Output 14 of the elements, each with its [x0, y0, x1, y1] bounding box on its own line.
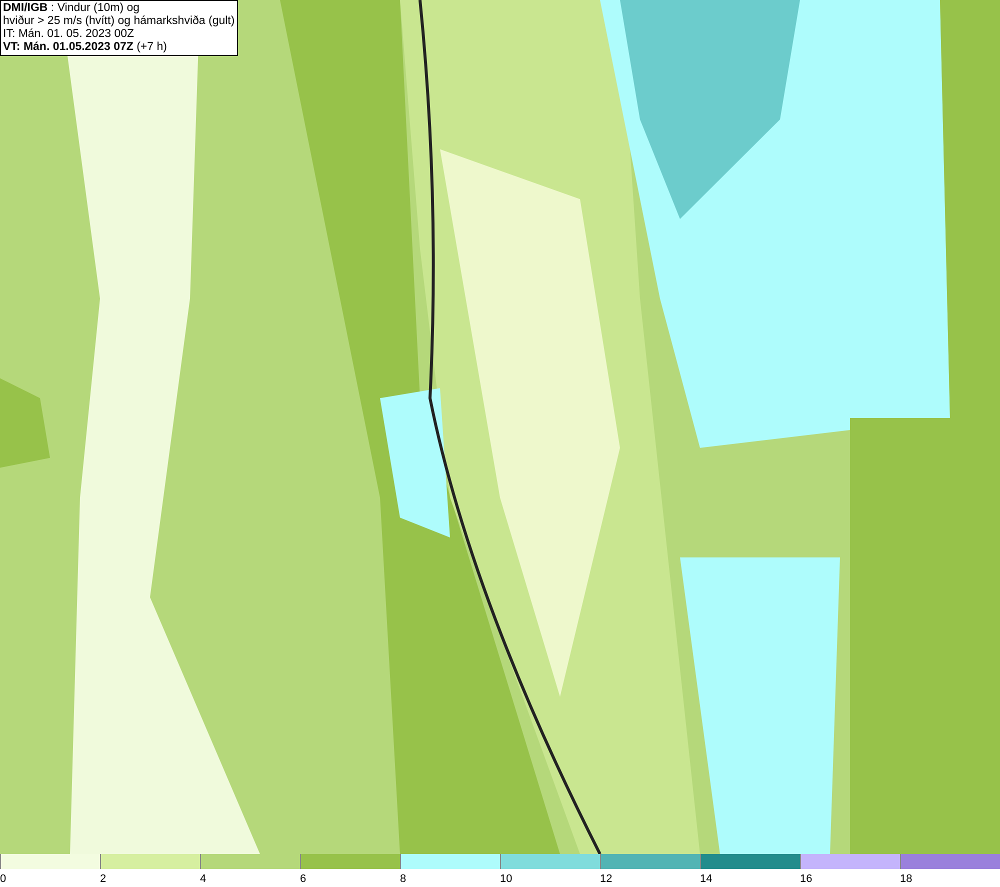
legend-label: 8	[400, 873, 406, 885]
legend-label: 14	[700, 873, 712, 885]
legend-label: 16	[800, 873, 812, 885]
legend-label: 2	[100, 873, 106, 885]
legend-label: 4	[200, 873, 206, 885]
info-line: VT: Mán. 01.05.2023 07Z (+7 h)	[3, 41, 168, 54]
legend-label: 10	[500, 873, 512, 885]
info-line: IT: Mán. 01. 05. 2023 00Z	[3, 28, 136, 41]
legend-label: 18	[900, 873, 912, 885]
legend-label: 12	[600, 873, 612, 885]
legend-label: 6	[300, 873, 306, 885]
info-line: hviður > 25 m/s (hvítt) og hámarkshviða (gult)	[3, 15, 235, 28]
info-line: DMI/IGB : Vindur (10m) og	[3, 2, 141, 15]
legend-label: 0	[0, 873, 6, 885]
